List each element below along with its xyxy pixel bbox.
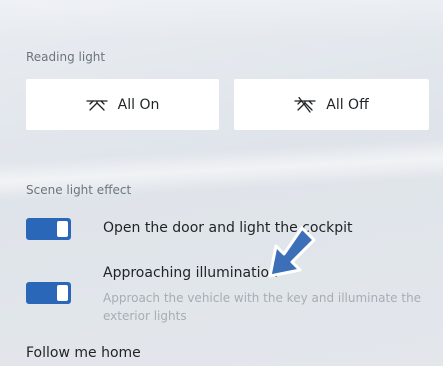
door-cockpit-light-label: Open the door and light the cockpit bbox=[103, 220, 353, 236]
all-on-button[interactable]: All On bbox=[26, 79, 219, 130]
approaching-illumination-label: Approaching illumination bbox=[103, 265, 278, 281]
follow-me-home-label: Follow me home bbox=[26, 345, 141, 361]
approaching-illumination-toggle[interactable] bbox=[26, 282, 71, 304]
toggle-knob bbox=[57, 221, 68, 237]
reading-light-settings-screen: { "reading_light": { "title": "Reading l… bbox=[0, 0, 443, 366]
scene-light-effect-title: Scene light effect bbox=[26, 183, 132, 197]
toggle-knob bbox=[57, 285, 68, 301]
all-off-button[interactable]: All Off bbox=[234, 79, 429, 130]
light-beams-icon bbox=[85, 98, 108, 112]
door-cockpit-light-toggle[interactable] bbox=[26, 218, 71, 240]
approaching-illumination-description: Approach the vehicle with the key and il… bbox=[103, 291, 422, 323]
all-off-label: All Off bbox=[326, 96, 369, 113]
background-highlight bbox=[0, 0, 443, 40]
light-beams-off-icon bbox=[294, 96, 316, 113]
all-on-label: All On bbox=[117, 96, 160, 113]
reading-light-title: Reading light bbox=[26, 50, 106, 64]
